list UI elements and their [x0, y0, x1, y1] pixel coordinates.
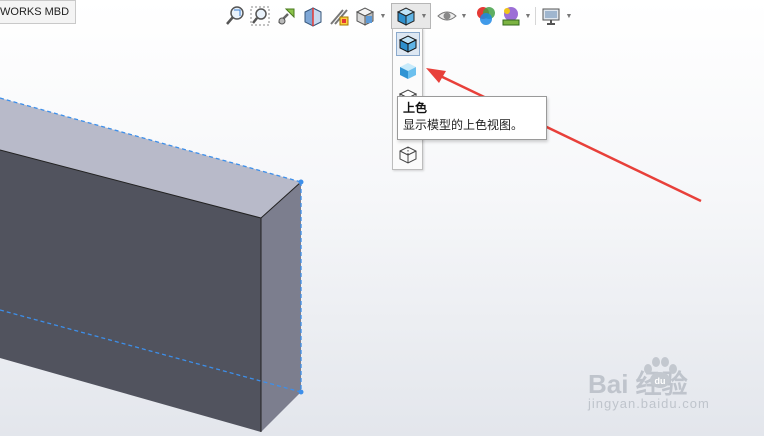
svg-text:du: du: [655, 376, 666, 386]
apply-scene-icon[interactable]: [500, 5, 522, 27]
toolbar-separator: [535, 7, 536, 25]
section-view-icon[interactable]: [302, 5, 324, 27]
view-settings-dropdown-icon[interactable]: ▼: [564, 5, 574, 27]
tooltip-description: 显示模型的上色视图。: [403, 118, 524, 132]
edit-appearance-icon[interactable]: [475, 5, 497, 27]
zoom-to-area-icon[interactable]: [249, 5, 271, 27]
watermark-url: jingyan.baidu.com: [588, 396, 710, 411]
tab-solidworks-mbd[interactable]: WORKS MBD: [0, 0, 77, 24]
previous-view-icon[interactable]: [276, 5, 298, 27]
annotation-arrow-head: [426, 68, 446, 83]
shaded-tooltip: 上色 显示模型的上色视图。: [397, 96, 547, 140]
view-orientation-dropdown-icon[interactable]: ▼: [378, 5, 388, 27]
baidu-jingyan-watermark: Bai 经验 du jingyan.baidu.com: [586, 356, 736, 418]
apply-scene-dropdown-icon[interactable]: ▼: [523, 5, 533, 27]
hide-show-items-icon[interactable]: [436, 5, 458, 27]
shaded-with-edges-icon[interactable]: [396, 32, 420, 56]
model-side-face: [261, 182, 301, 432]
tooltip-title: 上色: [403, 101, 428, 115]
display-style-icon[interactable]: [395, 5, 417, 27]
wireframe-icon[interactable]: [396, 143, 420, 167]
edge-endpoint: [298, 389, 304, 395]
edge-endpoint: [298, 179, 304, 185]
baidu-paw-icon: du: [644, 357, 677, 388]
display-style-dropdown-icon[interactable]: ▼: [419, 5, 429, 27]
shaded-icon[interactable]: [396, 59, 420, 83]
hide-show-dropdown-icon[interactable]: ▼: [459, 5, 469, 27]
zoom-to-fit-icon[interactable]: [224, 5, 246, 27]
view-settings-icon[interactable]: [540, 5, 562, 27]
view-orientation-icon[interactable]: [354, 5, 376, 27]
dynamic-annotation-view-icon[interactable]: [328, 5, 350, 27]
graphics-area[interactable]: WORKS MBD ▼ ▼ ▼ ▼ ▼ 上色 显示模型的上色视图。 Bai 经验…: [0, 0, 764, 436]
